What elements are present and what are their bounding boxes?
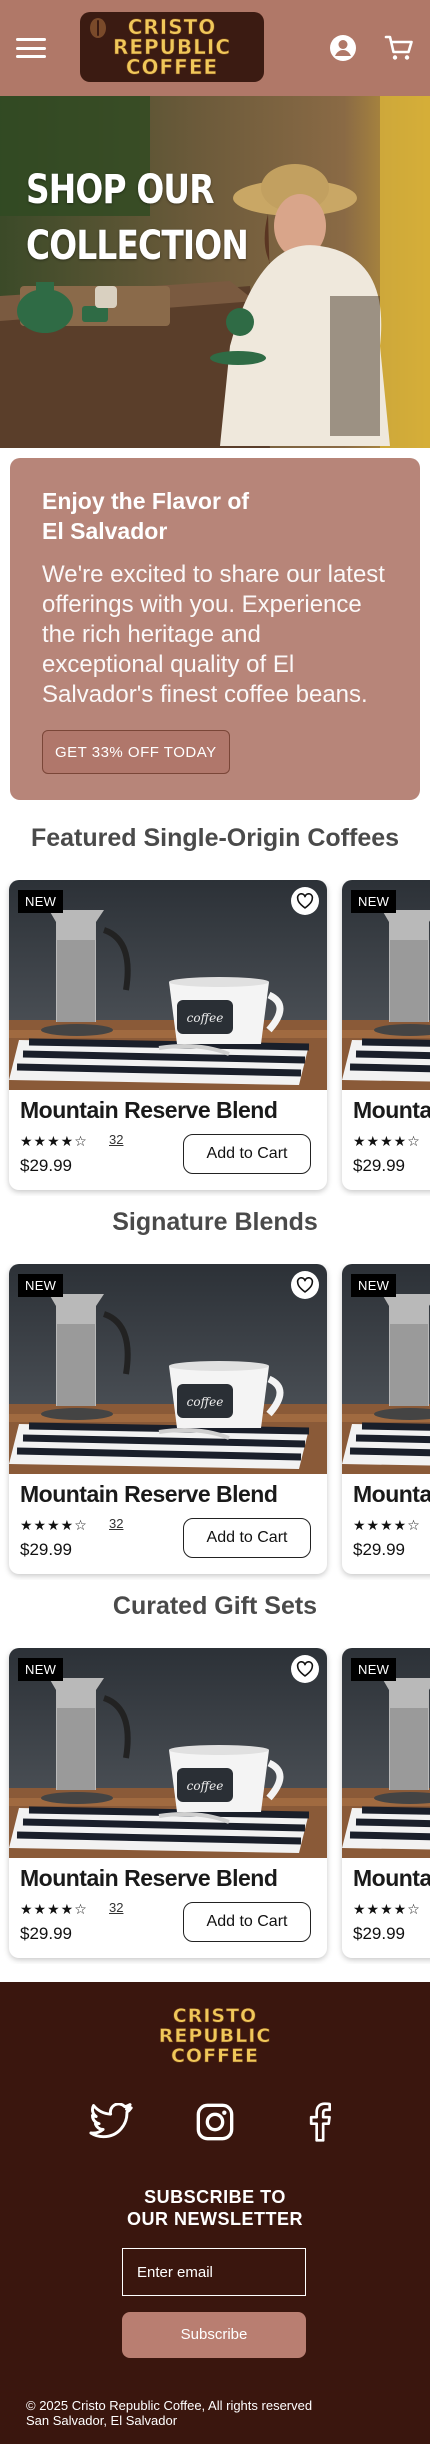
add-to-cart-button[interactable]: Add to Cart (183, 1518, 311, 1558)
svg-text:coffee: coffee (187, 1011, 224, 1025)
product-name[interactable]: Mountain Reserve Blend (20, 1481, 278, 1508)
logo-line-1: CRISTO (127, 15, 217, 39)
star-rating: ★★★★☆ (353, 1901, 421, 1917)
product-price: $29.99 (353, 1156, 405, 1175)
product-price: $29.99 (20, 1540, 72, 1559)
product-carousel[interactable]: coffee NEW Mountain Reserve Blend ★★★★☆ 32 $… (0, 880, 430, 1196)
product-name[interactable]: Mountain Reserve Blend (20, 1097, 278, 1124)
footer-logo-line-1: CRISTO (172, 2005, 258, 2027)
star-rating: ★★★★☆ (20, 1901, 88, 1917)
product-card[interactable]: coffee NEWMountain Reserve Blend★★★★☆32$… (342, 880, 430, 1190)
product-card[interactable]: coffee NEW Mountain Reserve Blend ★★★★☆ 32 $… (9, 880, 327, 1190)
logo-line-2: REPUBLIC (112, 35, 232, 59)
footer-logo-line-3: COFFEE (170, 2045, 259, 2067)
promo-title-line-2: El Salvador (42, 518, 168, 544)
newsletter-title-line-2: OUR NEWSLETTER (127, 2209, 303, 2229)
add-to-cart-button[interactable]: Add to Cart (183, 1902, 311, 1942)
social-links (0, 2100, 430, 2144)
cart-icon[interactable] (384, 33, 414, 63)
product-card[interactable]: coffee NEWMountain Reserve Blend★★★★☆32$… (342, 1264, 430, 1574)
section-title: Curated Gift Sets (112, 1592, 318, 1620)
site-footer: CRISTO REPUBLIC COFFEE SUBSCRIBE TO OUR … (0, 1982, 430, 2444)
new-badge: NEW (351, 890, 397, 913)
site-header: CRISTO REPUBLIC COFFEE (0, 0, 430, 96)
footer-logo-line-2: REPUBLIC (158, 2025, 272, 2047)
hero-title-line-2: COLLECTION (26, 223, 249, 269)
new-badge: NEW (18, 1658, 64, 1681)
star-rating: ★★★★☆ (20, 1133, 88, 1149)
newsletter-title-line-1: SUBSCRIBE TO (144, 2187, 286, 2207)
newsletter-title: SUBSCRIBE TO OUR NEWSLETTER (0, 2186, 430, 2230)
twitter-icon[interactable] (89, 2100, 133, 2144)
new-badge: NEW (18, 1274, 64, 1297)
product-price: $29.99 (20, 1924, 72, 1943)
review-count[interactable]: 32 (109, 1132, 123, 1147)
product-name[interactable]: Mountain Reserve Blend (20, 1865, 278, 1892)
new-badge: NEW (18, 890, 64, 913)
copyright-line-1: © 2025 Cristo Republic Coffee, All right… (26, 2398, 313, 2413)
product-card[interactable]: coffee NEW Mountain Reserve Blend ★★★★☆ 32 $… (9, 1264, 327, 1574)
site-logo[interactable]: CRISTO REPUBLIC COFFEE (80, 12, 264, 82)
section-title: Signature Blends (112, 1208, 318, 1236)
promo-card: Enjoy the Flavor of El Salvador We're ex… (10, 458, 420, 800)
product-card[interactable]: coffee NEW Mountain Reserve Blend ★★★★☆ 32 $… (9, 1648, 327, 1958)
review-count[interactable]: 32 (109, 1900, 123, 1915)
copyright-line-2: San Salvador, El Salvador (26, 2413, 178, 2428)
product-carousel[interactable]: coffee NEW Mountain Reserve Blend ★★★★☆ 32 $… (0, 1648, 430, 1964)
promo-title-line-1: Enjoy the Flavor of (42, 488, 250, 514)
coffee-bean-icon (90, 18, 106, 38)
new-badge: NEW (351, 1274, 397, 1297)
subscribe-button[interactable]: Subscribe (122, 2312, 306, 2358)
hero-title: SHOP OUR COLLECTION (26, 162, 249, 274)
product-name[interactable]: Mountain Reserve Blend (353, 1097, 430, 1124)
hamburger-icon[interactable] (16, 36, 46, 60)
discount-button[interactable]: GET 33% OFF TODAY (42, 730, 230, 774)
product-price: $29.99 (353, 1540, 405, 1559)
footer-logo[interactable]: CRISTO REPUBLIC COFFEE (130, 2005, 300, 2067)
logo-line-3: COFFEE (125, 55, 219, 79)
heart-icon[interactable] (291, 1271, 319, 1299)
heart-icon[interactable] (291, 1655, 319, 1683)
email-input[interactable] (122, 2248, 306, 2296)
star-rating: ★★★★☆ (353, 1517, 421, 1533)
review-count[interactable]: 32 (109, 1516, 123, 1531)
promo-title: Enjoy the Flavor of El Salvador (42, 486, 302, 546)
product-price: $29.99 (353, 1924, 405, 1943)
hero-title-line-1: SHOP OUR (26, 167, 214, 213)
svg-text:coffee: coffee (187, 1395, 224, 1409)
product-carousel[interactable]: coffee NEW Mountain Reserve Blend ★★★★☆ 32 $… (0, 1264, 430, 1580)
product-name[interactable]: Mountain Reserve Blend (353, 1481, 430, 1508)
instagram-icon[interactable] (193, 2100, 237, 2144)
product-card[interactable]: coffee NEWMountain Reserve Blend★★★★☆32$… (342, 1648, 430, 1958)
star-rating: ★★★★☆ (353, 1133, 421, 1149)
add-to-cart-button[interactable]: Add to Cart (183, 1134, 311, 1174)
product-price: $29.99 (20, 1156, 72, 1175)
user-circle-icon[interactable] (328, 33, 358, 63)
svg-text:coffee: coffee (187, 1779, 224, 1793)
promo-text: We're excited to share our latest offeri… (42, 561, 385, 708)
star-rating: ★★★★☆ (20, 1517, 88, 1533)
section-title: Featured Single-Origin Coffees (30, 824, 400, 852)
facebook-icon[interactable] (297, 2100, 341, 2144)
new-badge: NEW (351, 1658, 397, 1681)
product-name[interactable]: Mountain Reserve Blend (353, 1865, 430, 1892)
hero-banner: SHOP OUR COLLECTION (0, 96, 430, 448)
copyright-text: © 2025 Cristo Republic Coffee, All right… (26, 2398, 312, 2428)
heart-icon[interactable] (291, 887, 319, 915)
